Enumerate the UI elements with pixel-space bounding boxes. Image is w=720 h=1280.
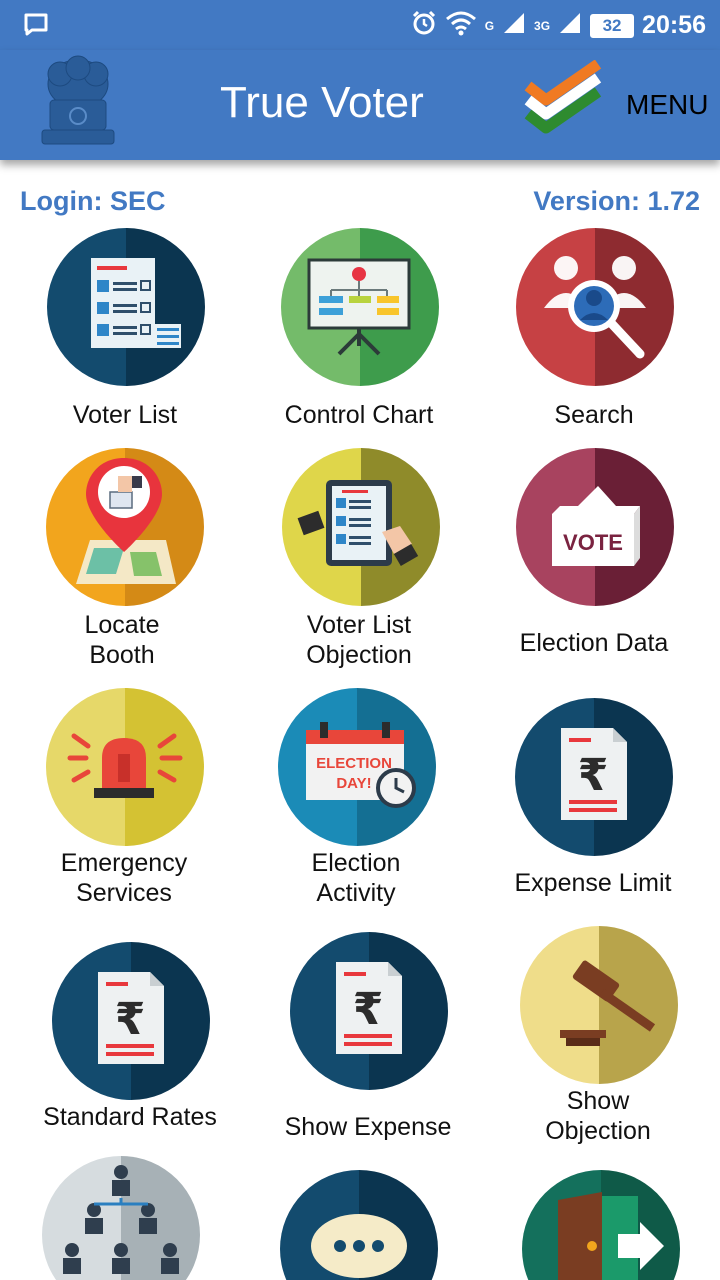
- tile-label: Emergency Services: [60, 849, 188, 907]
- wifi-icon: [445, 10, 477, 41]
- tile-label: Control Chart: [284, 401, 434, 429]
- tile-label: Search: [554, 401, 634, 429]
- tricolor-check-icon: [524, 59, 610, 134]
- network-type-b: 3G: [534, 18, 551, 33]
- locate-booth-icon: [46, 448, 204, 606]
- menu-button[interactable]: MENU: [626, 89, 708, 121]
- search-people-icon: [516, 228, 674, 386]
- hierarchy-people-icon: [42, 1156, 200, 1280]
- tile-label: Locate Booth: [84, 611, 160, 669]
- battery-icon: 32: [590, 13, 635, 38]
- tile-search[interactable]: Search: [474, 228, 714, 438]
- tile-label: Expense Limit: [514, 869, 672, 897]
- chat-notification-icon: [24, 13, 48, 42]
- tile-control-chart[interactable]: Control Chart: [239, 228, 479, 438]
- tile-hierarchy[interactable]: [0, 1156, 240, 1280]
- version-label: Version: 1.72: [533, 186, 700, 216]
- app-bar: True Voter MENU: [0, 50, 720, 160]
- tile-standard-rates[interactable]: ₹ Standard Rates: [10, 942, 250, 1142]
- tile-label: Show Expense: [284, 1113, 452, 1141]
- exit-door-icon: [522, 1170, 680, 1280]
- svg-text:₹: ₹: [115, 994, 146, 1045]
- status-time: 20:56: [642, 11, 706, 39]
- ashoka-emblem-icon: [32, 54, 124, 150]
- tile-voter-list[interactable]: Voter List: [5, 228, 245, 438]
- tile-label: Standard Rates: [43, 1103, 217, 1131]
- tile-label: Election Activity: [311, 849, 401, 907]
- tile-label: Voter List Objection: [306, 611, 412, 669]
- svg-text:₹: ₹: [578, 750, 609, 801]
- rupee-document-icon: ₹: [515, 698, 673, 856]
- network-type-a: G: [484, 18, 495, 33]
- rupee-document-icon: ₹: [52, 942, 210, 1100]
- gavel-icon: [520, 926, 678, 1084]
- tile-exit[interactable]: [480, 1170, 720, 1280]
- tile-show-expense[interactable]: ₹ Show Expense: [248, 932, 488, 1142]
- svg-text:VOTE: VOTE: [563, 530, 623, 555]
- tile-election-data[interactable]: VOTE Election Data: [474, 448, 714, 678]
- svg-text:₹: ₹: [353, 984, 384, 1035]
- svg-text:ELECTION: ELECTION: [316, 755, 392, 772]
- tile-locate-booth[interactable]: Locate Booth: [2, 448, 242, 678]
- rupee-document-icon: ₹: [290, 932, 448, 1090]
- app-title: True Voter: [220, 78, 424, 127]
- tile-label: Voter List: [72, 401, 178, 429]
- status-bar: G 3G 32 20:56: [0, 0, 720, 50]
- signal-icon: [502, 11, 526, 40]
- ballot-box-icon: VOTE: [516, 448, 674, 606]
- tile-show-objection[interactable]: Show Objection: [478, 926, 718, 1156]
- control-chart-icon: [281, 228, 439, 386]
- alarm-icon: [411, 10, 437, 41]
- tile-voter-list-objection[interactable]: Voter List Objection: [239, 448, 479, 678]
- election-day-calendar-icon: ELECTION DAY!: [278, 688, 436, 846]
- svg-text:DAY!: DAY!: [336, 775, 371, 792]
- emergency-siren-icon: [46, 688, 204, 846]
- tile-expense-limit[interactable]: ₹ Expense Limit: [473, 698, 713, 918]
- voter-list-objection-icon: [282, 448, 440, 606]
- tile-label: Show Objection: [545, 1087, 651, 1145]
- chat-bubble-icon: [280, 1170, 438, 1280]
- login-label: Login: SEC: [20, 186, 166, 216]
- tile-chat[interactable]: [238, 1170, 478, 1280]
- tile-label: Election Data: [519, 629, 669, 657]
- tile-emergency-services[interactable]: Emergency Services: [4, 688, 244, 918]
- signal-icon: [558, 11, 582, 40]
- voter-list-icon: [47, 228, 205, 386]
- tile-election-activity[interactable]: ELECTION DAY! Election Activity: [236, 688, 476, 918]
